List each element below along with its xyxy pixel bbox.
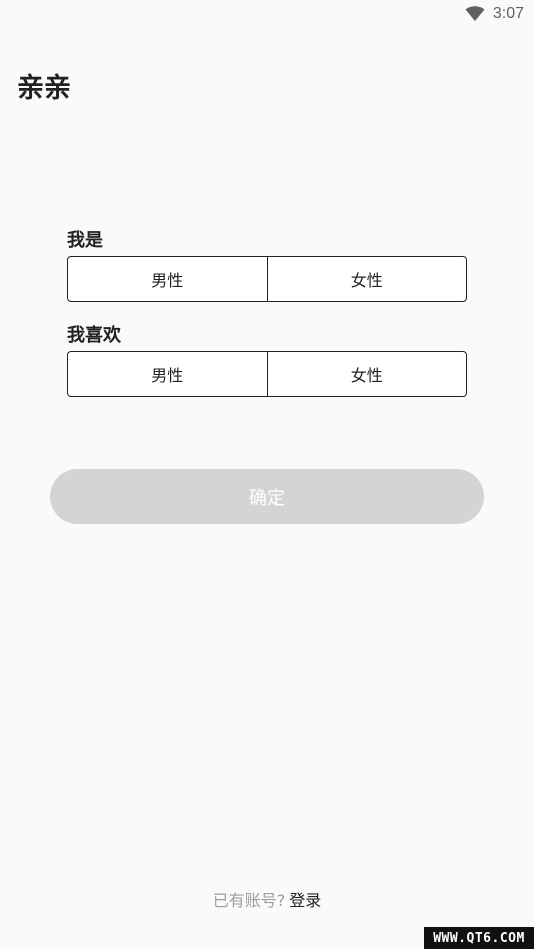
login-prompt: 已有账号? — [212, 891, 286, 910]
status-time: 3:07 — [492, 5, 524, 22]
login-link[interactable]: 登录 — [289, 891, 321, 910]
status-bar: 3:07 — [465, 0, 534, 28]
watermark-logo: WWW.QT6.COM — [424, 927, 534, 949]
i-like-label: 我喜欢 — [67, 325, 121, 346]
i-am-label: 我是 — [67, 230, 103, 251]
confirm-button[interactable]: 确定 — [50, 469, 484, 524]
screen: 3:07 亲亲 我是 男性 女性 我喜欢 男性 女性 确定 已有账号? 登录 WW… — [0, 0, 534, 949]
wifi-icon — [465, 6, 485, 22]
i-am-female-option[interactable]: 女性 — [266, 257, 467, 301]
i-am-gender-selector: 男性 女性 — [67, 256, 467, 302]
i-like-gender-selector: 男性 女性 — [67, 351, 467, 397]
i-like-male-option[interactable]: 男性 — [68, 352, 267, 396]
i-like-female-option[interactable]: 女性 — [266, 352, 467, 396]
login-row: 已有账号? 登录 — [0, 887, 534, 911]
app-title: 亲亲 — [17, 73, 71, 104]
i-am-male-option[interactable]: 男性 — [68, 257, 267, 301]
